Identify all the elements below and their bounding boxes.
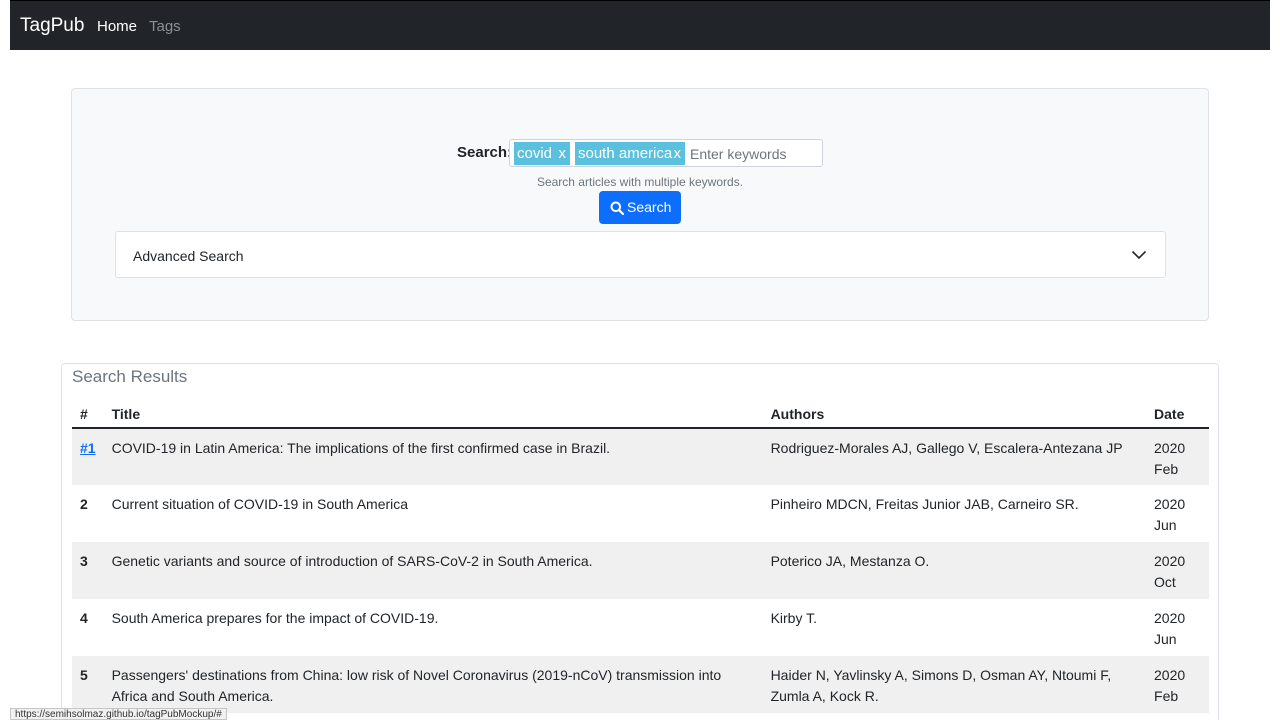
search-tag: covid x	[514, 142, 570, 165]
header-title: Title	[103, 400, 763, 429]
tag-input-box[interactable]: covid x south america x	[509, 139, 823, 167]
search-button-label: Search	[627, 199, 672, 215]
nav-link-tags[interactable]: Tags	[149, 18, 181, 35]
header-authors: Authors	[762, 400, 1147, 429]
row-authors: Poterico JA, Mestanza O.	[762, 542, 1147, 599]
advanced-search-label: Advanced Search	[133, 248, 244, 264]
status-bar-url: https://semihsolmaz.github.io/tagPubMock…	[10, 708, 227, 720]
table-row: 3 Genetic variants and source of introdu…	[72, 542, 1209, 599]
remove-tag-button[interactable]: x	[559, 142, 567, 165]
search-tag: south america x	[575, 142, 685, 165]
navbar: TagPub Home Tags	[10, 0, 1270, 50]
search-help-text: Search articles with multiple keywords.	[536, 175, 744, 189]
results-title: Search Results	[72, 367, 188, 386]
row-month: Feb	[1154, 461, 1179, 477]
row-authors: Pinheiro MDCN, Freitas Junior JAB, Carne…	[770, 496, 1079, 512]
row-month: Feb	[1154, 688, 1179, 704]
row-year: 2020	[1154, 440, 1186, 456]
row-date: 2020 Feb	[1146, 656, 1209, 713]
row-number: 2	[80, 496, 88, 512]
row-year: 2020	[1154, 610, 1186, 626]
row-number: 3	[72, 542, 104, 599]
table-row: 2 Current situation of COVID-19 in South…	[72, 485, 1209, 542]
search-tag-text: south america	[578, 145, 673, 162]
row-year: 2020	[1154, 667, 1186, 683]
row-title: Genetic variants and source of introduct…	[103, 542, 763, 599]
table-row: #1 COVID-19 in Latin America: The implic…	[72, 428, 1209, 485]
search-tag-text: covid	[517, 145, 553, 162]
row-date: 2020 Oct	[1146, 542, 1209, 599]
nav-link-home[interactable]: Home	[97, 18, 137, 35]
results-table: # Title Authors Date #1 COVID-19 in Lati…	[72, 400, 1209, 713]
row-number: 5	[72, 656, 104, 713]
advanced-search-toggle[interactable]: Advanced Search	[115, 231, 1166, 278]
search-icon	[610, 201, 624, 215]
table-row: 5 Passengers' destinations from China: l…	[72, 656, 1209, 713]
row-month: Jun	[1154, 631, 1177, 647]
row-authors: Haider N, Yavlinsky A, Simons D, Osman A…	[762, 656, 1147, 713]
brand-logo[interactable]: TagPub	[20, 15, 84, 37]
table-row: 4 South America prepares for the impact …	[72, 599, 1209, 656]
row-date: 2020 Jun	[1146, 599, 1209, 656]
row-month: Jun	[1154, 517, 1177, 533]
row-number: #1	[72, 428, 104, 485]
row-date: 2020 Jun	[1146, 485, 1209, 542]
row-year: 2020	[1154, 496, 1186, 512]
row-title: COVID-19 in Latin America: The implicati…	[103, 428, 763, 485]
remove-tag-button[interactable]: x	[674, 142, 682, 165]
row-year: 2020	[1154, 553, 1186, 569]
row-title: South America prepares for the impact of…	[111, 610, 439, 626]
row-title: Passengers' destinations from China: low…	[103, 656, 763, 713]
header-number: #	[72, 400, 104, 429]
row-authors: Kirby T.	[770, 610, 817, 626]
row-number: 4	[80, 610, 88, 626]
row-authors: Rodriguez-Morales AJ, Gallego V, Escaler…	[762, 428, 1147, 485]
table-header-row: # Title Authors Date	[72, 400, 1209, 429]
row-month: Oct	[1154, 574, 1176, 590]
header-date: Date	[1146, 400, 1209, 429]
search-button[interactable]: Search	[599, 191, 681, 224]
row-number-link[interactable]: #1	[80, 440, 96, 456]
search-label: Search:	[457, 144, 513, 161]
search-results-card: Search Results # Title Authors Date #1 C…	[61, 363, 1219, 720]
chevron-down-icon	[1131, 250, 1147, 260]
keyword-input[interactable]	[690, 143, 818, 165]
row-date: 2020 Feb	[1146, 428, 1209, 485]
search-panel: Search: covid x south america x Search a…	[71, 88, 1209, 321]
row-title: Current situation of COVID-19 in South A…	[111, 496, 409, 512]
